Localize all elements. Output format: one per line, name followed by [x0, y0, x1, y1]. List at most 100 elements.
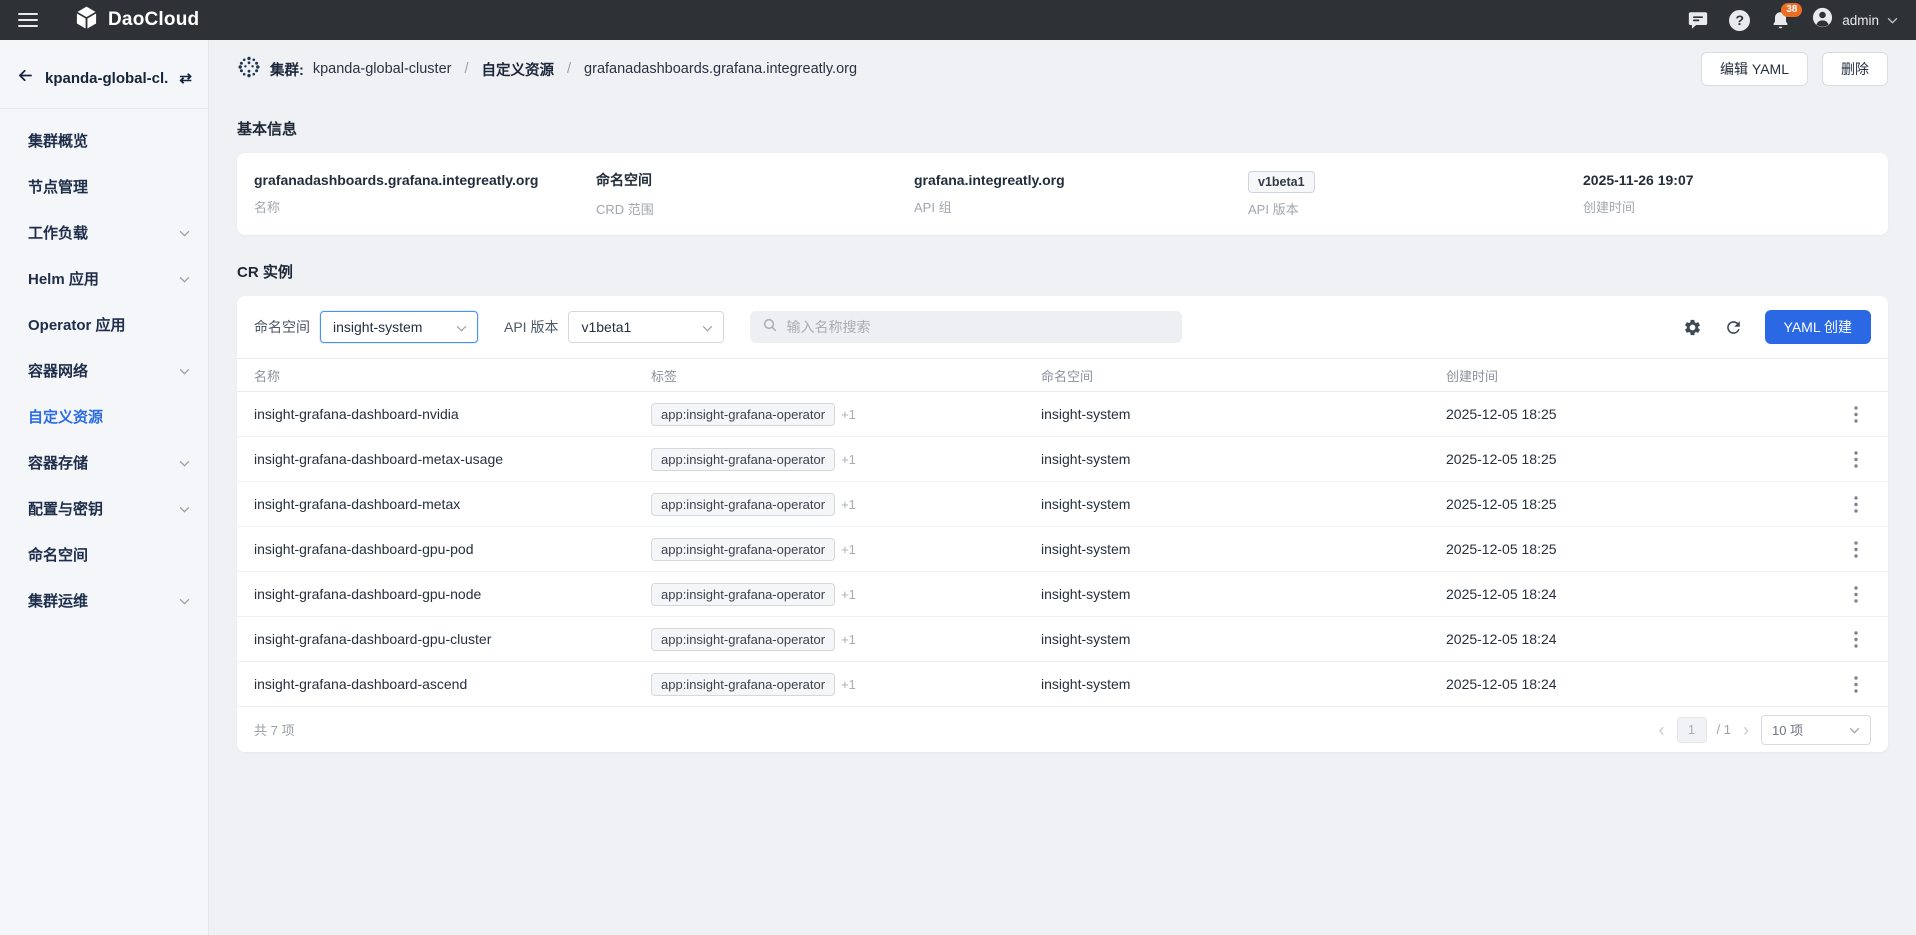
sidebar-item-namespaces[interactable]: 命名空间	[0, 531, 208, 577]
back-arrow-icon[interactable]	[16, 66, 35, 90]
total-count: 共 7 项	[254, 720, 294, 739]
label-chip: app:insight-grafana-operator	[651, 403, 835, 426]
chevron-down-icon	[179, 224, 190, 241]
api-version-label: API 版本	[1248, 199, 1583, 218]
sidebar-item-config-secrets[interactable]: 配置与密钥	[0, 485, 208, 531]
search-box[interactable]	[750, 311, 1182, 343]
cr-name[interactable]: insight-grafana-dashboard-ascend	[237, 676, 634, 692]
search-icon	[762, 317, 778, 338]
edit-yaml-button[interactable]: 编辑 YAML	[1701, 52, 1808, 86]
table-row[interactable]: insight-grafana-dashboard-nvidia app:ins…	[237, 392, 1888, 437]
cr-namespace: insight-system	[1024, 451, 1429, 467]
search-input[interactable]	[786, 319, 1170, 335]
sidebar-item-cluster-ops[interactable]: 集群运维	[0, 577, 208, 623]
sidebar-item-container-network[interactable]: 容器网络	[0, 347, 208, 393]
main-content: 集群: kpanda-global-cluster / 自定义资源 / graf…	[209, 40, 1916, 935]
sidebar-item-custom-resources[interactable]: 自定义资源	[0, 393, 208, 439]
crd-scope-value: 命名空间	[596, 170, 914, 190]
brand[interactable]: DaoCloud	[74, 5, 199, 35]
cr-namespace: insight-system	[1024, 406, 1429, 422]
refresh-icon[interactable]	[1724, 318, 1743, 337]
cluster-switch-icon[interactable]: ⇄	[179, 69, 192, 87]
notifications-bell-icon[interactable]: 38	[1770, 10, 1791, 31]
sidebar-item-helm-apps[interactable]: Helm 应用	[0, 255, 208, 301]
row-actions-icon[interactable]	[1850, 492, 1862, 517]
label-more-count: +1	[841, 407, 856, 422]
cr-name[interactable]: insight-grafana-dashboard-nvidia	[237, 406, 634, 422]
label-more-count: +1	[841, 677, 856, 692]
page-count: / 1	[1717, 722, 1731, 737]
breadcrumb-cluster-label: 集群:	[270, 59, 304, 80]
cr-created: 2025-12-05 18:24	[1429, 631, 1824, 647]
crd-name-label: 名称	[254, 197, 596, 216]
chevron-down-icon	[179, 454, 190, 471]
row-actions-icon[interactable]	[1850, 672, 1862, 697]
label-more-count: +1	[841, 452, 856, 467]
table-row[interactable]: insight-grafana-dashboard-metax app:insi…	[237, 482, 1888, 527]
chevron-down-icon	[702, 319, 713, 335]
cr-name[interactable]: insight-grafana-dashboard-gpu-cluster	[237, 631, 634, 647]
label-more-count: +1	[841, 542, 856, 557]
breadcrumb-section[interactable]: 自定义资源	[482, 59, 555, 80]
user-menu[interactable]: admin	[1811, 6, 1898, 34]
chevron-down-icon	[179, 592, 190, 609]
namespace-filter-label: 命名空间	[254, 317, 310, 337]
delete-button[interactable]: 删除	[1822, 52, 1888, 86]
cr-namespace: insight-system	[1024, 586, 1429, 602]
sidebar-item-cluster-overview[interactable]: 集群概览	[0, 117, 208, 163]
sidebar-item-workloads[interactable]: 工作负载	[0, 209, 208, 255]
table-row[interactable]: insight-grafana-dashboard-metax-usage ap…	[237, 437, 1888, 482]
help-icon[interactable]: ?	[1729, 10, 1750, 31]
pagination: 共 7 项 ‹ 1 / 1 › 10 项	[237, 707, 1888, 752]
table-row[interactable]: insight-grafana-dashboard-gpu-pod app:in…	[237, 527, 1888, 572]
current-page-input[interactable]: 1	[1677, 717, 1707, 743]
next-page-icon[interactable]: ›	[1741, 721, 1751, 739]
sidebar-item-node-management[interactable]: 节点管理	[0, 163, 208, 209]
row-actions-icon[interactable]	[1850, 537, 1862, 562]
row-actions-icon[interactable]	[1850, 627, 1862, 652]
row-actions-icon[interactable]	[1850, 402, 1862, 427]
label-chip: app:insight-grafana-operator	[651, 538, 835, 561]
notification-count-badge: 38	[1781, 3, 1802, 17]
breadcrumb-cluster-name[interactable]: kpanda-global-cluster	[313, 61, 452, 77]
cr-created: 2025-12-05 18:24	[1429, 586, 1824, 602]
table-row[interactable]: insight-grafana-dashboard-gpu-node app:i…	[237, 572, 1888, 617]
cluster-dots-icon	[237, 55, 261, 83]
yaml-create-button[interactable]: YAML 创建	[1765, 310, 1871, 344]
label-chip: app:insight-grafana-operator	[651, 628, 835, 651]
hamburger-menu-icon[interactable]	[18, 13, 38, 27]
chevron-down-icon	[1887, 11, 1898, 29]
row-actions-icon[interactable]	[1850, 582, 1862, 607]
label-more-count: +1	[841, 497, 856, 512]
table-row[interactable]: insight-grafana-dashboard-ascend app:ins…	[237, 662, 1888, 707]
settings-gear-icon[interactable]	[1683, 318, 1702, 337]
previous-page-icon[interactable]: ‹	[1657, 721, 1667, 739]
basic-info-title: 基本信息	[237, 118, 1888, 139]
cr-name[interactable]: insight-grafana-dashboard-metax-usage	[237, 451, 634, 467]
messages-icon[interactable]	[1687, 9, 1709, 31]
crd-scope-label: CRD 范围	[596, 199, 914, 218]
cr-created: 2025-12-05 18:25	[1429, 541, 1824, 557]
sidebar-item-operator-apps[interactable]: Operator 应用	[0, 301, 208, 347]
api-version-select[interactable]: v1beta1	[568, 311, 724, 343]
namespace-select[interactable]: insight-system	[320, 311, 478, 343]
column-header-created: 创建时间	[1429, 366, 1824, 385]
chevron-down-icon	[179, 500, 190, 517]
table-row[interactable]: insight-grafana-dashboard-gpu-cluster ap…	[237, 617, 1888, 662]
filter-toolbar: 命名空间 insight-system API 版本 v1beta1	[237, 296, 1888, 358]
table-header: 名称 标签 命名空间 创建时间	[237, 358, 1888, 392]
cr-namespace: insight-system	[1024, 496, 1429, 512]
label-chip: app:insight-grafana-operator	[651, 673, 835, 696]
api-group-value: grafana.integreatly.org	[914, 172, 1248, 188]
label-more-count: +1	[841, 632, 856, 647]
chevron-down-icon	[179, 270, 190, 287]
chevron-down-icon	[456, 319, 467, 335]
row-actions-icon[interactable]	[1850, 447, 1862, 472]
cr-name[interactable]: insight-grafana-dashboard-gpu-node	[237, 586, 634, 602]
chevron-down-icon	[179, 362, 190, 379]
page-size-select[interactable]: 10 项	[1761, 715, 1871, 745]
cr-created: 2025-12-05 18:25	[1429, 496, 1824, 512]
cr-name[interactable]: insight-grafana-dashboard-metax	[237, 496, 634, 512]
sidebar-item-container-storage[interactable]: 容器存储	[0, 439, 208, 485]
cr-name[interactable]: insight-grafana-dashboard-gpu-pod	[237, 541, 634, 557]
